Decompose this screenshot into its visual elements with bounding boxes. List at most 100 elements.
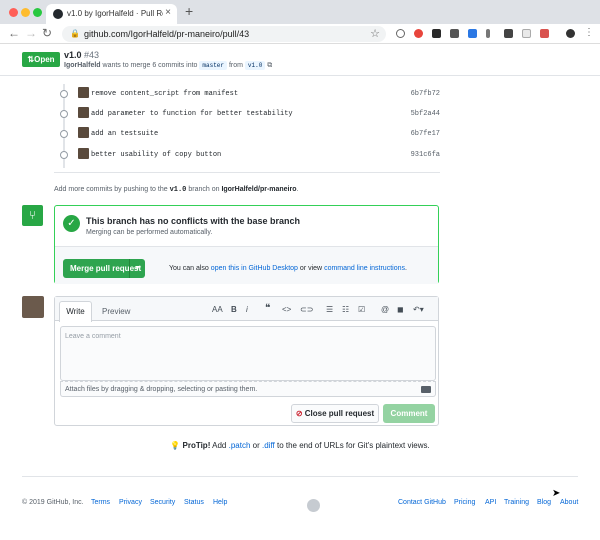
lightbulb-icon: 💡 [170, 441, 181, 450]
commit-dot-icon [60, 110, 68, 118]
extension-icon[interactable] [540, 29, 549, 38]
browser-tab-active[interactable]: v1.0 by IgorHalfeld · Pull Request × [46, 4, 177, 24]
footer-link-privacy[interactable]: Privacy [119, 499, 142, 506]
bold-icon[interactable]: B [231, 305, 237, 314]
commit-sha[interactable]: 6b7fe17 [411, 130, 440, 138]
merge-pull-request-button[interactable]: Merge pull request ▼ [63, 259, 145, 278]
extension-icon[interactable] [396, 29, 405, 38]
italic-icon[interactable]: i [246, 305, 248, 314]
footer-link-help[interactable]: Help [213, 499, 227, 506]
commit-row: remove content_script from manifest 6b7f… [58, 84, 440, 104]
text-size-icon[interactable]: AA [212, 305, 223, 314]
extension-icon[interactable] [522, 29, 531, 38]
footer-link-status[interactable]: Status [184, 499, 204, 506]
check-icon: ✓ [63, 215, 80, 232]
commit-message[interactable]: add an testsuite [91, 130, 158, 138]
merge-actions: Merge pull request ▼ You can also open t… [55, 246, 438, 284]
browser-menu-icon[interactable]: ⋮ [584, 27, 594, 38]
minimize-window-icon[interactable] [21, 8, 30, 17]
new-tab-button[interactable]: + [185, 3, 193, 19]
commit-author-avatar[interactable] [78, 107, 89, 118]
code-icon[interactable]: <> [282, 305, 291, 314]
merge-alternative-note: You can also open this in GitHub Desktop… [169, 265, 407, 272]
extension-icon[interactable] [450, 29, 459, 38]
chevron-down-icon[interactable]: ▼ [129, 259, 145, 278]
bookmark-icon[interactable]: ◼ [397, 305, 404, 314]
footer: © 2019 GitHub, Inc. Terms Privacy Securi… [22, 499, 578, 511]
quote-icon[interactable]: ❝ [265, 303, 270, 314]
merge-heading: This branch has no conflicts with the ba… [86, 216, 301, 226]
footer-link-about[interactable]: About [560, 499, 578, 506]
extension-icon[interactable] [486, 29, 490, 38]
commit-message[interactable]: remove content_script from manifest [91, 90, 238, 98]
github-logo-icon[interactable] [307, 499, 320, 512]
extension-icon[interactable] [414, 29, 423, 38]
numbered-list-icon[interactable]: ☷ [342, 305, 349, 314]
bulleted-list-icon[interactable]: ☰ [326, 305, 333, 314]
reload-icon[interactable]: ↻ [42, 26, 52, 40]
commit-sha[interactable]: 931c6fa [411, 151, 440, 159]
comment-textarea[interactable]: Leave a comment [60, 326, 436, 381]
pr-title: v1.0 #43 [64, 50, 100, 60]
browser-tabstrip: v1.0 by IgorHalfeld · Pull Request × + [0, 0, 600, 24]
profile-avatar[interactable] [566, 29, 575, 38]
footer-link-training[interactable]: Training [504, 499, 529, 506]
commit-sha[interactable]: 6b7fb72 [411, 90, 440, 98]
commit-row: add parameter to function for better tes… [58, 104, 440, 124]
footer-link-blog[interactable]: Blog [537, 499, 551, 506]
commit-row: add an testsuite 6b7fe17 [58, 124, 440, 144]
avatar[interactable] [22, 296, 44, 318]
commit-author-avatar[interactable] [78, 148, 89, 159]
close-pr-icon: ⊘ [295, 409, 303, 418]
address-bar[interactable]: 🔒 github.com/IgorHalfeld/pr-maneiro/pull… [62, 26, 386, 42]
maximize-window-icon[interactable] [33, 8, 42, 17]
commit-message[interactable]: better usability of copy button [91, 151, 221, 159]
commit-author-avatar[interactable] [78, 127, 89, 138]
footer-link-pricing[interactable]: Pricing [454, 499, 475, 506]
head-branch[interactable]: v1.0 [244, 61, 266, 70]
link-icon[interactable]: ⊂⊃ [300, 305, 313, 314]
bookmark-star-icon[interactable]: ☆ [370, 27, 380, 40]
copy-icon[interactable]: ⧉ [267, 62, 272, 69]
comment-button[interactable]: Comment [383, 404, 435, 423]
tab-write[interactable]: Write [59, 301, 92, 322]
footer-link-terms[interactable]: Terms [91, 499, 110, 506]
header-divider [0, 75, 600, 76]
mention-icon[interactable]: @ [381, 305, 389, 314]
footer-divider [22, 476, 578, 477]
open-desktop-link[interactable]: open this in GitHub Desktop [211, 265, 298, 272]
extension-icon[interactable] [432, 29, 441, 38]
comment-tabs: Write Preview AA B i ❝ <> ⊂⊃ ☰ ☷ ☑ @ ◼ ↶… [55, 297, 438, 322]
close-pull-request-button[interactable]: ⊘ Close pull request [291, 404, 379, 423]
task-list-icon[interactable]: ☑ [358, 305, 365, 314]
forward-arrow-icon[interactable]: → [25, 26, 37, 40]
cli-instructions-link[interactable]: command line instructions [324, 265, 405, 272]
footer-link-contact[interactable]: Contact GitHub [398, 499, 446, 506]
merge-status-box: ✓ This branch has no conflicts with the … [54, 205, 439, 284]
address-url: github.com/IgorHalfeld/pr-maneiro/pull/4… [84, 29, 250, 39]
diff-link[interactable]: .diff [262, 441, 275, 450]
extension-icon[interactable] [468, 29, 477, 38]
commit-sha[interactable]: 5bf2a44 [411, 110, 440, 118]
comment-form: Write Preview AA B i ❝ <> ⊂⊃ ☰ ☷ ☑ @ ◼ ↶… [54, 296, 439, 426]
footer-link-api[interactable]: API [485, 499, 496, 506]
commit-dot-icon [60, 151, 68, 159]
markdown-icon [421, 386, 431, 393]
commit-dot-icon [60, 90, 68, 98]
footer-link-security[interactable]: Security [150, 499, 175, 506]
extension-icon[interactable] [504, 29, 513, 38]
close-window-icon[interactable] [9, 8, 18, 17]
file-attach-area[interactable]: Attach files by dragging & dropping, sel… [60, 381, 436, 397]
base-branch[interactable]: master [199, 61, 228, 70]
pr-author-link[interactable]: IgorHalfeld [64, 62, 101, 69]
pr-number: #43 [84, 50, 100, 60]
back-arrow-icon[interactable]: ← [8, 26, 20, 40]
patch-link[interactable]: .patch [229, 441, 251, 450]
reply-icon[interactable]: ↶▾ [413, 305, 424, 314]
commit-message[interactable]: add parameter to function for better tes… [91, 110, 293, 118]
add-more-commits-text: Add more commits by pushing to the v1.0 … [54, 186, 299, 194]
pr-subtitle: IgorHalfeld wants to merge 6 commits int… [64, 61, 273, 70]
tab-close-icon[interactable]: × [165, 7, 171, 18]
tab-preview[interactable]: Preview [102, 307, 130, 316]
commit-author-avatar[interactable] [78, 87, 89, 98]
